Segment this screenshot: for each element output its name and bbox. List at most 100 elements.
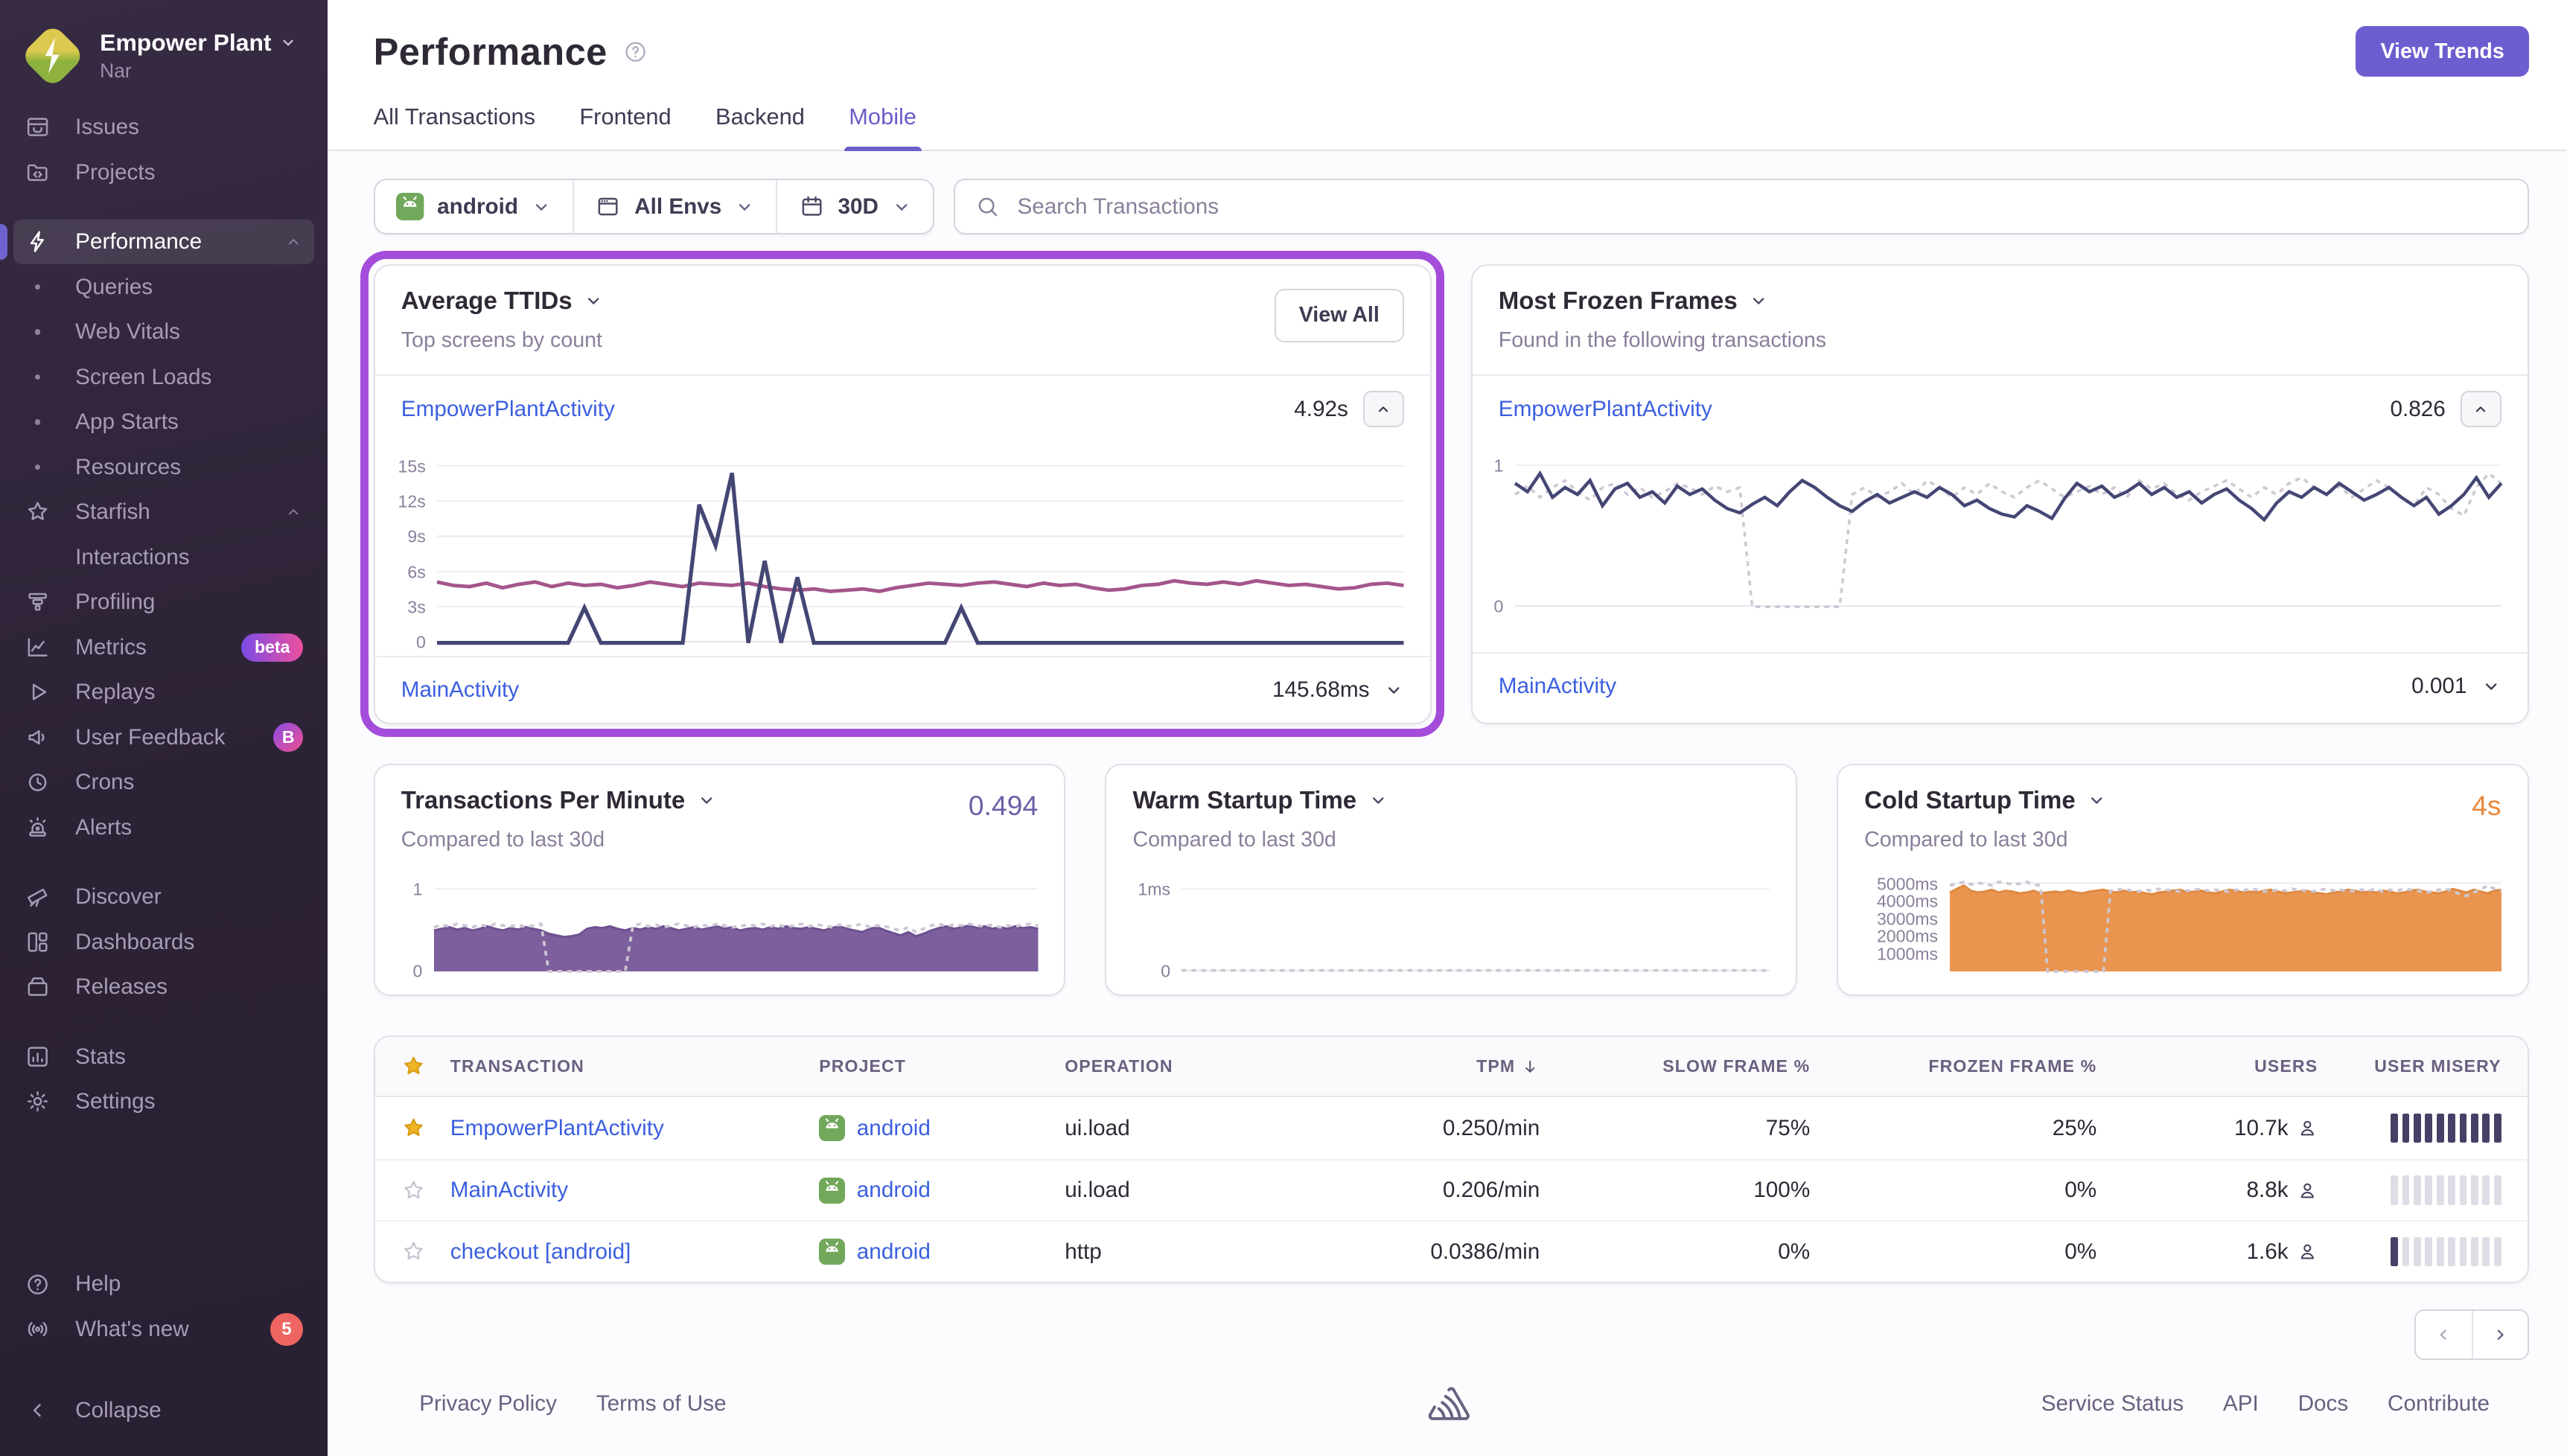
help-circle-icon[interactable] bbox=[622, 39, 648, 65]
transaction-link[interactable]: EmpowerPlantActivity bbox=[401, 397, 1294, 422]
sidebar-item-help[interactable]: Help bbox=[13, 1262, 315, 1307]
tpm-title-row[interactable]: Transactions Per Minute bbox=[401, 786, 1038, 814]
tab-backend[interactable]: Backend bbox=[715, 103, 805, 150]
tab-frontend[interactable]: Frontend bbox=[579, 103, 671, 150]
sidebar-item-resources[interactable]: Resources bbox=[13, 444, 315, 490]
frozen-frames-card-header: Most Frozen Frames Found in the followin… bbox=[1473, 266, 2528, 376]
footer-link-docs[interactable]: Docs bbox=[2298, 1391, 2349, 1417]
cold-startup-title-row[interactable]: Cold Startup Time bbox=[1864, 786, 2501, 814]
project-link[interactable]: android bbox=[857, 1116, 931, 1141]
misery-bar bbox=[2494, 1237, 2501, 1267]
column-header-project[interactable]: PROJECT bbox=[819, 1056, 1065, 1076]
sidebar-item-profiling[interactable]: Profiling bbox=[13, 580, 315, 625]
column-header-users[interactable]: USERS bbox=[2096, 1056, 2318, 1076]
column-header-transaction[interactable]: TRANSACTION bbox=[450, 1056, 819, 1076]
title-row: Performance View Trends bbox=[374, 26, 2529, 77]
sidebar-item-discover[interactable]: Discover bbox=[13, 875, 315, 920]
star-filled-icon[interactable] bbox=[401, 1116, 450, 1140]
footer-link-contribute[interactable]: Contribute bbox=[2388, 1391, 2490, 1417]
tab-mobile[interactable]: Mobile bbox=[849, 103, 916, 150]
project-filter[interactable]: android bbox=[375, 180, 573, 233]
sidebar-item-what-s-new[interactable]: What's new5 bbox=[13, 1307, 315, 1353]
column-header-star[interactable] bbox=[401, 1054, 450, 1079]
tab-all-transactions[interactable]: All Transactions bbox=[374, 103, 535, 150]
sidebar-item-interactions[interactable]: Interactions bbox=[13, 534, 315, 580]
transaction-link[interactable]: checkout [android] bbox=[450, 1239, 631, 1264]
sidebar-item-queries[interactable]: Queries bbox=[13, 264, 315, 310]
sidebar-item-label: Collapse bbox=[75, 1398, 303, 1423]
sidebar-item-issues[interactable]: Issues bbox=[13, 105, 315, 150]
column-header-frozen[interactable]: FROZEN FRAME % bbox=[1810, 1056, 2096, 1076]
transaction-cell: MainActivity bbox=[450, 1178, 819, 1203]
star-outline-icon[interactable] bbox=[401, 1239, 450, 1264]
transaction-cell: EmpowerPlantActivity bbox=[450, 1116, 819, 1141]
footer-link-service-status[interactable]: Service Status bbox=[2041, 1391, 2184, 1417]
sidebar-item-projects[interactable]: Projects bbox=[13, 150, 315, 195]
search-input[interactable] bbox=[1014, 193, 2507, 221]
expand-toggle[interactable] bbox=[1384, 680, 1403, 700]
table-header-row: TRANSACTIONPROJECTOPERATIONTPMSLOW FRAME… bbox=[375, 1037, 2528, 1097]
footer-link-api[interactable]: API bbox=[2223, 1391, 2259, 1417]
y-tick-label: 0 bbox=[1161, 963, 1170, 980]
sidebar-item-screen-loads[interactable]: Screen Loads bbox=[13, 354, 315, 400]
sidebar-item-crons[interactable]: Crons bbox=[13, 760, 315, 805]
sidebar-item-alerts[interactable]: Alerts bbox=[13, 805, 315, 850]
column-header-tpm[interactable]: TPM bbox=[1343, 1056, 1540, 1076]
pagination-next-button[interactable] bbox=[2472, 1311, 2528, 1358]
environment-filter[interactable]: All Envs bbox=[574, 180, 776, 233]
chevron-down-icon bbox=[697, 791, 716, 810]
sidebar-item-user-feedback[interactable]: User FeedbackB bbox=[13, 715, 315, 760]
sidebar-item-label: User Feedback bbox=[75, 725, 273, 750]
chevron-down-icon bbox=[1384, 680, 1403, 700]
sidebar-item-performance[interactable]: Performance bbox=[13, 220, 315, 265]
view-trends-button[interactable]: View Trends bbox=[2356, 26, 2528, 77]
sidebar-item-replays[interactable]: Replays bbox=[13, 670, 315, 715]
transaction-link[interactable]: MainActivity bbox=[450, 1178, 568, 1202]
project-link[interactable]: android bbox=[857, 1239, 931, 1265]
warm-startup-title-row[interactable]: Warm Startup Time bbox=[1132, 786, 1770, 814]
project-link[interactable]: android bbox=[857, 1178, 931, 1203]
sidebar-item-metrics[interactable]: Metricsbeta bbox=[13, 625, 315, 670]
expand-toggle[interactable] bbox=[2481, 677, 2501, 696]
misery-bar bbox=[2448, 1114, 2455, 1143]
pagination-prev-button[interactable] bbox=[2416, 1311, 2472, 1358]
profiling-icon bbox=[25, 589, 51, 615]
collapse-toggle-button[interactable] bbox=[1363, 391, 1404, 427]
transaction-link[interactable]: EmpowerPlantActivity bbox=[450, 1116, 664, 1140]
footer-link-privacy-policy[interactable]: Privacy Policy bbox=[419, 1391, 557, 1417]
projects-icon bbox=[25, 159, 51, 185]
sidebar-item-releases[interactable]: Releases bbox=[13, 965, 315, 1010]
column-label: USERS bbox=[2254, 1056, 2318, 1076]
sidebar-item-dashboards[interactable]: Dashboards bbox=[13, 919, 315, 965]
avg-ttids-title-row[interactable]: Average TTIDs bbox=[401, 287, 1404, 315]
date-range-filter[interactable]: 30D bbox=[777, 180, 932, 233]
column-header-misery[interactable]: USER MISERY bbox=[2318, 1056, 2501, 1076]
sidebar-item-web-vitals[interactable]: Web Vitals bbox=[13, 310, 315, 355]
transaction-link[interactable]: MainActivity bbox=[1499, 674, 2411, 699]
frozen-frames-title-row[interactable]: Most Frozen Frames bbox=[1499, 287, 2501, 315]
sidebar-item-stats[interactable]: Stats bbox=[13, 1034, 315, 1079]
sidebar-item-settings[interactable]: Settings bbox=[13, 1079, 315, 1125]
column-header-operation[interactable]: OPERATION bbox=[1065, 1056, 1343, 1076]
chart-plot-area bbox=[1182, 873, 1770, 971]
warm-startup-subtitle: Compared to last 30d bbox=[1132, 828, 1770, 852]
transaction-value: 4.92s bbox=[1294, 397, 1348, 422]
org-switcher[interactable]: Empower Plant Nar bbox=[0, 16, 328, 105]
chevron-right-icon bbox=[2490, 1325, 2510, 1344]
sidebar-item-starfish[interactable]: Starfish bbox=[13, 490, 315, 535]
avg-ttids-cell: Average TTIDs Top screens by count View … bbox=[374, 264, 1432, 724]
sidebar-collapse-button[interactable]: Collapse bbox=[13, 1388, 315, 1434]
frozen-frames-title: Most Frozen Frames bbox=[1499, 287, 1738, 315]
view-all-button[interactable]: View All bbox=[1275, 289, 1404, 342]
table-row: EmpowerPlantActivityandroidui.load0.250/… bbox=[375, 1097, 2528, 1159]
column-header-slow[interactable]: SLOW FRAME % bbox=[1540, 1056, 1810, 1076]
star-outline-icon[interactable] bbox=[401, 1178, 450, 1203]
pagination-group bbox=[2414, 1309, 2529, 1360]
transaction-link[interactable]: EmpowerPlantActivity bbox=[1499, 397, 2391, 422]
y-tick-label: 1 bbox=[1494, 458, 1504, 475]
search-icon bbox=[975, 194, 1001, 220]
sidebar-item-app-starts[interactable]: App Starts bbox=[13, 400, 315, 445]
collapse-toggle-button[interactable] bbox=[2461, 391, 2501, 427]
transaction-link[interactable]: MainActivity bbox=[401, 677, 1272, 703]
footer-link-terms-of-use[interactable]: Terms of Use bbox=[596, 1391, 727, 1417]
